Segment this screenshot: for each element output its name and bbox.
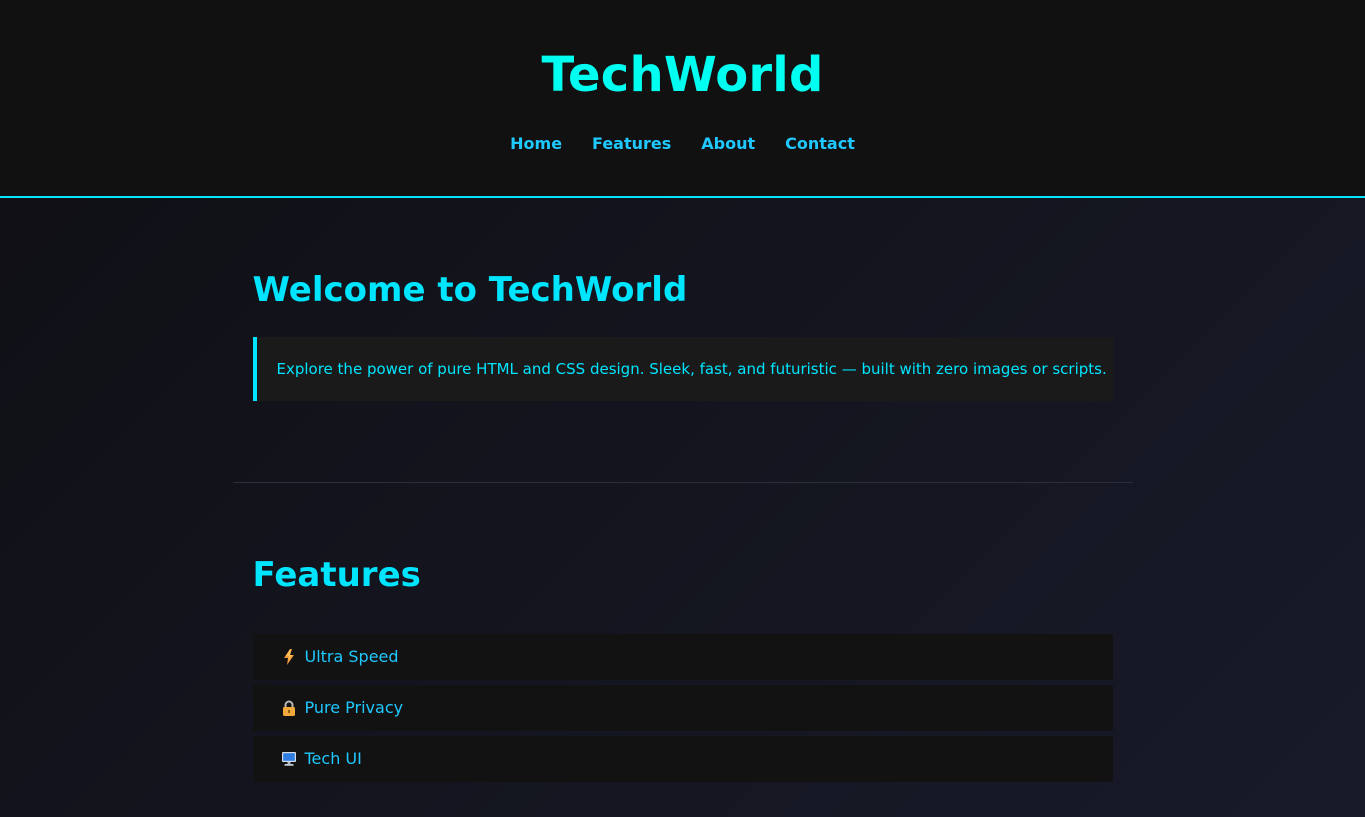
- main-nav: Home Features About Contact: [510, 134, 855, 154]
- welcome-title: Welcome to TechWorld: [252, 270, 688, 310]
- feature-label: Pure Privacy: [304, 698, 404, 717]
- lock-icon: [281, 700, 297, 716]
- feature-label: Tech UI: [304, 749, 362, 768]
- feature-item-tech-ui: Tech UI: [252, 736, 1113, 782]
- lightning-icon: [281, 649, 297, 665]
- nav-contact-link[interactable]: Contact: [785, 134, 855, 154]
- features-section: Features Ultra Speed Pure Privacy Tech U…: [233, 483, 1133, 782]
- computer-icon: [281, 751, 297, 767]
- feature-item-ultra-speed: Ultra Speed: [252, 634, 1113, 680]
- feature-list: Ultra Speed Pure Privacy Tech UI: [252, 634, 1113, 782]
- feature-item-pure-privacy: Pure Privacy: [252, 685, 1113, 731]
- site-header: TechWorld Home Features About Contact: [0, 0, 1365, 198]
- nav-home-link[interactable]: Home: [510, 134, 562, 154]
- welcome-callout: Explore the power of pure HTML and CSS d…: [252, 337, 1113, 401]
- nav-features-link[interactable]: Features: [592, 134, 671, 154]
- welcome-callout-text: Explore the power of pure HTML and CSS d…: [276, 360, 1107, 378]
- features-title: Features: [252, 555, 421, 595]
- main-content: Welcome to TechWorld Explore the power o…: [232, 198, 1133, 782]
- nav-about-link[interactable]: About: [701, 134, 755, 154]
- welcome-section: Welcome to TechWorld Explore the power o…: [233, 198, 1133, 401]
- site-title: TechWorld: [541, 47, 824, 103]
- feature-label: Ultra Speed: [304, 647, 399, 666]
